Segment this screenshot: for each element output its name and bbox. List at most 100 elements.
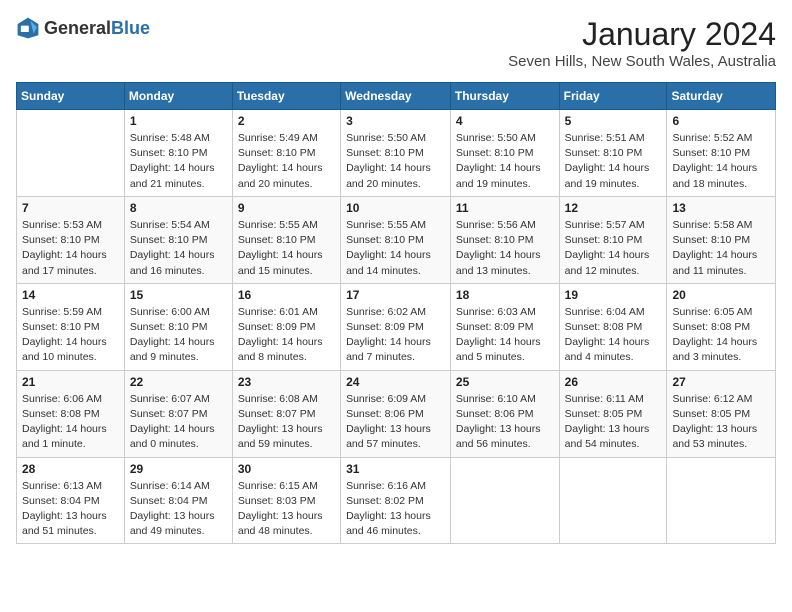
calendar-week-row: 1Sunrise: 5:48 AMSunset: 8:10 PMDaylight… (17, 110, 776, 197)
day-number: 31 (346, 462, 445, 476)
calendar-cell: 30Sunrise: 6:15 AMSunset: 8:03 PMDayligh… (232, 457, 340, 544)
day-number: 8 (130, 201, 227, 215)
calendar-cell: 31 Sunrise: 6:16 AMSunset: 8:02 PMDayligh… (341, 457, 451, 544)
day-info: Sunrise: 5:50 AMSunset: 8:10 PMDaylight:… (346, 131, 445, 192)
day-number: 14 (22, 288, 119, 302)
calendar-cell (559, 457, 667, 544)
day-number: 4 (456, 114, 554, 128)
day-number: 18 (456, 288, 554, 302)
calendar-cell: 6Sunrise: 5:52 AMSunset: 8:10 PMDaylight… (667, 110, 776, 197)
calendar-cell: 9Sunrise: 5:55 AMSunset: 8:10 PMDaylight… (232, 196, 340, 283)
logo-text-blue: Blue (111, 18, 150, 38)
day-info: Sunrise: 5:53 AMSunset: 8:10 PMDaylight:… (22, 218, 119, 279)
day-number: 28 (22, 462, 119, 476)
logo-icon (16, 16, 40, 40)
day-info: Sunrise: 5:55 AMSunset: 8:10 PMDaylight:… (238, 218, 335, 279)
day-number: 30 (238, 462, 335, 476)
calendar-cell: 5 Sunrise: 5:51 AMSunset: 8:10 PMDaylight… (559, 110, 667, 197)
day-number: 5 (565, 114, 662, 128)
calendar-cell: 11Sunrise: 5:56 AMSunset: 8:10 PMDayligh… (450, 196, 559, 283)
day-info: Sunrise: 6:08 AMSunset: 8:07 PMDaylight:… (238, 392, 335, 453)
day-info: Sunrise: 6:04 AMSunset: 8:08 PMDaylight:… (565, 305, 662, 366)
page-header: GeneralBlue January 2024 Seven Hills, Ne… (16, 16, 776, 70)
calendar-cell: 3 Sunrise: 5:50 AMSunset: 8:10 PMDaylight… (341, 110, 451, 197)
day-info: Sunrise: 5:55 AMSunset: 8:10 PMDaylight:… (346, 218, 445, 279)
day-number: 10 (346, 201, 445, 215)
day-number: 29 (130, 462, 227, 476)
day-info: Sunrise: 6:02 AMSunset: 8:09 PMDaylight:… (346, 305, 445, 366)
day-number: 6 (672, 114, 770, 128)
header-day: Saturday (667, 83, 776, 110)
day-number: 16 (238, 288, 335, 302)
calendar-cell: 24Sunrise: 6:09 AMSunset: 8:06 PMDayligh… (341, 370, 451, 457)
day-number: 21 (22, 375, 119, 389)
calendar-cell: 27 Sunrise: 6:12 AMSunset: 8:05 PMDayligh… (667, 370, 776, 457)
day-info: Sunrise: 6:14 AMSunset: 8:04 PMDaylight:… (130, 479, 227, 540)
day-info: Sunrise: 5:51 AMSunset: 8:10 PMDaylight:… (565, 131, 662, 192)
header-day: Sunday (17, 83, 125, 110)
day-info: Sunrise: 6:01 AMSunset: 8:09 PMDaylight:… (238, 305, 335, 366)
title-section: January 2024 Seven Hills, New South Wale… (508, 16, 776, 70)
calendar-cell: 21 Sunrise: 6:06 AMSunset: 8:08 PMDayligh… (17, 370, 125, 457)
calendar-cell: 20 Sunrise: 6:05 AMSunset: 8:08 PMDayligh… (667, 283, 776, 370)
calendar-cell: 10 Sunrise: 5:55 AMSunset: 8:10 PMDayligh… (341, 196, 451, 283)
day-info: Sunrise: 5:54 AMSunset: 8:10 PMDaylight:… (130, 218, 227, 279)
calendar-cell (667, 457, 776, 544)
day-number: 12 (565, 201, 662, 215)
day-number: 27 (672, 375, 770, 389)
header-day: Thursday (450, 83, 559, 110)
header-row: SundayMondayTuesdayWednesdayThursdayFrid… (17, 83, 776, 110)
calendar-subtitle: Seven Hills, New South Wales, Australia (508, 53, 776, 70)
day-info: Sunrise: 6:11 AMSunset: 8:05 PMDaylight:… (565, 392, 662, 453)
day-number: 26 (565, 375, 662, 389)
header-day: Wednesday (341, 83, 451, 110)
calendar-cell (450, 457, 559, 544)
calendar-cell: 18 Sunrise: 6:03 AMSunset: 8:09 PMDayligh… (450, 283, 559, 370)
day-number: 22 (130, 375, 227, 389)
day-number: 20 (672, 288, 770, 302)
logo-text-general: General (44, 18, 111, 38)
day-number: 7 (22, 201, 119, 215)
calendar-cell: 12 Sunrise: 5:57 AMSunset: 8:10 PMDayligh… (559, 196, 667, 283)
calendar-cell: 29 Sunrise: 6:14 AMSunset: 8:04 PMDayligh… (124, 457, 232, 544)
day-info: Sunrise: 5:58 AMSunset: 8:10 PMDaylight:… (672, 218, 770, 279)
day-info: Sunrise: 6:06 AMSunset: 8:08 PMDaylight:… (22, 392, 119, 453)
calendar-cell: 1Sunrise: 5:48 AMSunset: 8:10 PMDaylight… (124, 110, 232, 197)
calendar-week-row: 21 Sunrise: 6:06 AMSunset: 8:08 PMDayligh… (17, 370, 776, 457)
day-info: Sunrise: 6:12 AMSunset: 8:05 PMDaylight:… (672, 392, 770, 453)
calendar-title: January 2024 (508, 16, 776, 53)
calendar-cell: 4Sunrise: 5:50 AMSunset: 8:10 PMDaylight… (450, 110, 559, 197)
day-info: Sunrise: 5:59 AMSunset: 8:10 PMDaylight:… (22, 305, 119, 366)
calendar-cell: 2Sunrise: 5:49 AMSunset: 8:10 PMDaylight… (232, 110, 340, 197)
calendar-cell: 28Sunrise: 6:13 AMSunset: 8:04 PMDayligh… (17, 457, 125, 544)
logo: GeneralBlue (16, 16, 150, 40)
calendar-week-row: 7 Sunrise: 5:53 AMSunset: 8:10 PMDaylight… (17, 196, 776, 283)
day-info: Sunrise: 5:57 AMSunset: 8:10 PMDaylight:… (565, 218, 662, 279)
calendar-cell: 14 Sunrise: 5:59 AMSunset: 8:10 PMDayligh… (17, 283, 125, 370)
calendar-cell: 26 Sunrise: 6:11 AMSunset: 8:05 PMDayligh… (559, 370, 667, 457)
day-number: 24 (346, 375, 445, 389)
day-number: 17 (346, 288, 445, 302)
day-info: Sunrise: 6:16 AMSunset: 8:02 PMDaylight:… (346, 479, 445, 540)
calendar-week-row: 14 Sunrise: 5:59 AMSunset: 8:10 PMDayligh… (17, 283, 776, 370)
calendar-table: SundayMondayTuesdayWednesdayThursdayFrid… (16, 82, 776, 544)
calendar-cell: 16 Sunrise: 6:01 AMSunset: 8:09 PMDayligh… (232, 283, 340, 370)
day-number: 19 (565, 288, 662, 302)
calendar-cell (17, 110, 125, 197)
day-info: Sunrise: 6:00 AMSunset: 8:10 PMDaylight:… (130, 305, 227, 366)
calendar-cell: 22Sunrise: 6:07 AMSunset: 8:07 PMDayligh… (124, 370, 232, 457)
calendar-cell: 8 Sunrise: 5:54 AMSunset: 8:10 PMDaylight… (124, 196, 232, 283)
calendar-cell: 13Sunrise: 5:58 AMSunset: 8:10 PMDayligh… (667, 196, 776, 283)
header-day: Monday (124, 83, 232, 110)
day-number: 25 (456, 375, 554, 389)
day-info: Sunrise: 6:05 AMSunset: 8:08 PMDaylight:… (672, 305, 770, 366)
day-number: 3 (346, 114, 445, 128)
day-info: Sunrise: 5:56 AMSunset: 8:10 PMDaylight:… (456, 218, 554, 279)
day-number: 2 (238, 114, 335, 128)
day-number: 23 (238, 375, 335, 389)
calendar-cell: 7 Sunrise: 5:53 AMSunset: 8:10 PMDaylight… (17, 196, 125, 283)
calendar-cell: 17 Sunrise: 6:02 AMSunset: 8:09 PMDayligh… (341, 283, 451, 370)
calendar-cell: 19 Sunrise: 6:04 AMSunset: 8:08 PMDayligh… (559, 283, 667, 370)
header-day: Friday (559, 83, 667, 110)
day-info: Sunrise: 6:03 AMSunset: 8:09 PMDaylight:… (456, 305, 554, 366)
